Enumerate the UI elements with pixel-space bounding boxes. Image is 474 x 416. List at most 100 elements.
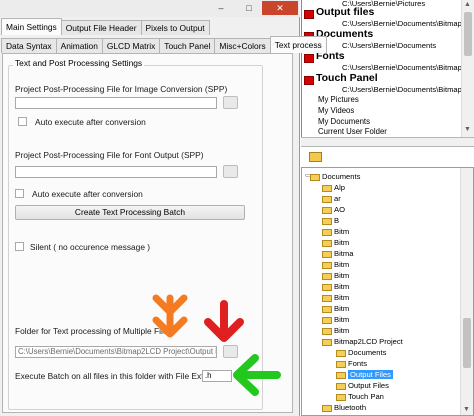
spp-image-label: Project Post-Processing File for Image C… — [15, 84, 228, 94]
favorite-touch-panel-path: C:\Users\Bernie\Documents\Bitmap2LCD Pro… — [342, 85, 474, 94]
silent-checkbox[interactable] — [15, 242, 24, 251]
tree-item[interactable]: Bitm — [322, 281, 349, 292]
create-batch-button[interactable]: Create Text Processing Batch — [15, 205, 245, 220]
favorite-touch-panel[interactable]: Touch Panel — [316, 72, 378, 84]
folder-icon — [322, 294, 332, 302]
folder-icon — [322, 239, 332, 247]
tree-item[interactable]: ar — [322, 193, 341, 204]
folder-icon — [336, 371, 346, 379]
close-button[interactable]: ✕ — [262, 1, 298, 15]
folder-icon — [310, 173, 320, 181]
tree-item[interactable]: Bitma — [322, 248, 353, 259]
tab-data-syntax[interactable]: Data Syntax — [1, 38, 57, 53]
folder-up-icon[interactable] — [309, 152, 322, 162]
folder-field[interactable]: C:\Users\Bernie\Documents\Bitmap2LCD Pro… — [15, 346, 217, 358]
tree-child-touch-panel[interactable]: Touch Pan — [336, 391, 384, 402]
special-folder-my-videos[interactable]: My Videos — [318, 106, 354, 115]
tree-item[interactable]: B — [322, 215, 339, 226]
folder-icon — [322, 206, 332, 214]
tree-child-output-files[interactable]: Output Files — [336, 380, 389, 391]
special-folder-current-user[interactable]: Current User Folder — [318, 127, 387, 136]
favorite-icon — [304, 10, 314, 19]
tree-item-bluetooth[interactable]: Bluetooth — [322, 402, 366, 413]
special-folder-my-pictures[interactable]: My Pictures — [318, 95, 359, 104]
favorite-fonts-path: C:\Users\Bernie\Documents\Bitmap2LCD Pro… — [342, 63, 474, 72]
spp-image-browse-button[interactable] — [223, 96, 238, 109]
sub-tab-strip: Data Syntax Animation GLCD Matrix Touch … — [1, 36, 327, 53]
folder-icon — [322, 261, 332, 269]
tab-text-process[interactable]: Text process — [269, 36, 327, 53]
tab-main-settings[interactable]: Main Settings — [1, 18, 62, 35]
tree-item[interactable]: Bitm — [322, 303, 349, 314]
tree-item[interactable]: AO — [322, 204, 345, 215]
explorer-pane: C:\Users\Bernie\Pictures Output files C:… — [301, 0, 474, 416]
folder-icon — [322, 195, 332, 203]
favorite-documents-path: C:\Users\Bernie\Documents — [342, 41, 437, 50]
tab-output-file-header[interactable]: Output File Header — [60, 20, 142, 35]
folder-icon — [322, 283, 332, 291]
group-title: Text and Post Processing Settings — [13, 58, 145, 68]
special-folder-my-documents[interactable]: My Documents — [318, 117, 370, 126]
tab-misc-colors[interactable]: Misc+Colors — [214, 38, 271, 53]
tree-item-bitmap2lcd-project[interactable]: Bitmap2LCD Project — [322, 336, 403, 347]
folder-icon — [322, 217, 332, 225]
tree-item[interactable]: Alp — [322, 182, 345, 193]
spp-font-label: Project Post-Processing File for Font Ou… — [15, 150, 204, 160]
spp-font-field[interactable] — [15, 166, 217, 178]
tree-scrollbar-thumb[interactable] — [463, 318, 471, 368]
folder-icon — [322, 404, 332, 412]
folder-icon — [322, 228, 332, 236]
tree-root-documents[interactable]: Documents — [310, 171, 360, 182]
tree-item[interactable]: Bitm — [322, 226, 349, 237]
scrollbar-thumb[interactable] — [464, 12, 472, 56]
tree-child-fonts[interactable]: Fonts — [336, 358, 367, 369]
tree-scrollbar[interactable]: ▼ — [460, 168, 473, 415]
auto-exec-font-checkbox[interactable] — [15, 189, 24, 198]
auto-exec-font-label: Auto execute after conversion — [32, 189, 143, 199]
tree-scroll-down-icon[interactable]: ▼ — [463, 406, 470, 413]
tree-item[interactable]: Bitm — [322, 292, 349, 303]
title-bar: – □ ✕ — [0, 0, 300, 17]
main-tab-strip: Main Settings Output File Header Pixels … — [1, 18, 210, 35]
folder-tree: ▭ Documents Alp ar AO B Bitm Bitm Bitma … — [301, 167, 474, 416]
tab-animation[interactable]: Animation — [55, 38, 103, 53]
execute-label: Execute Batch on all files in this folde… — [15, 371, 229, 381]
tree-item[interactable]: Bitm — [322, 325, 349, 336]
pane-splitter[interactable] — [301, 137, 474, 147]
tab-pixels-to-output[interactable]: Pixels to Output — [140, 20, 210, 35]
favorite-icon — [304, 54, 314, 63]
folder-icon — [322, 272, 332, 280]
red-down-arrow-icon — [204, 300, 244, 342]
tree-child-documents[interactable]: Documents — [336, 347, 386, 358]
spp-font-browse-button[interactable] — [223, 165, 238, 178]
folder-icon — [322, 338, 332, 346]
tab-glcd-matrix[interactable]: GLCD Matrix — [101, 38, 161, 53]
scroll-down-icon[interactable]: ▼ — [464, 126, 471, 133]
favorite-output-files[interactable]: Output files — [316, 6, 374, 18]
green-left-arrow-icon — [233, 354, 281, 396]
folder-icon — [336, 382, 346, 390]
auto-exec-image-checkbox[interactable] — [18, 117, 27, 126]
tree-item[interactable]: Bitm — [322, 314, 349, 325]
orange-down-arrow-icon — [152, 294, 188, 338]
tree-item[interactable]: Bitm — [322, 259, 349, 270]
tree-child-output-files-selected[interactable]: Output Files — [336, 369, 393, 380]
tree-item[interactable]: Bitm — [322, 237, 349, 248]
silent-label: Silent ( no occurence message ) — [30, 242, 151, 252]
folder-icon — [322, 250, 332, 258]
scroll-up-icon[interactable]: ▲ — [464, 1, 471, 8]
extension-field[interactable]: .h — [202, 370, 232, 382]
tab-touch-panel[interactable]: Touch Panel — [159, 38, 216, 53]
folder-icon — [322, 184, 332, 192]
maximize-button[interactable]: □ — [236, 1, 262, 15]
spp-image-field[interactable] — [15, 97, 217, 109]
folder-label: Folder for Text processing of Multiple F… — [15, 326, 172, 336]
minimize-button[interactable]: – — [208, 1, 234, 15]
folder-icon — [322, 305, 332, 313]
folder-icon — [322, 327, 332, 335]
folder-icon — [336, 393, 346, 401]
favorite-output-files-path: C:\Users\Bernie\Documents\Bitmap2LCD Pro… — [342, 19, 474, 28]
tree-item[interactable]: Bitm — [322, 270, 349, 281]
folder-icon — [336, 349, 346, 357]
favorites-scrollbar[interactable]: ▲ ▼ — [461, 0, 474, 137]
